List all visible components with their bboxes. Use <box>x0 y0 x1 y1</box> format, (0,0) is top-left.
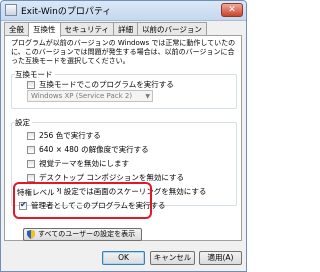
os-version-value: Windows XP (Service Pack 2) <box>31 92 133 100</box>
properties-window: Exit-Winのプロパティ ✕ 全般 互換性 セキュリティ 詳細 以前のバージ… <box>0 0 247 272</box>
checkbox-box[interactable] <box>27 80 35 89</box>
description-text: プログラムが以前のバージョンの Windows では正常に動作していたのに、この… <box>11 39 236 65</box>
tab-general[interactable]: 全般 <box>4 22 29 36</box>
settings-label: 設定 <box>15 117 32 128</box>
checkbox-640x480[interactable]: 640 × 480 の解像度で実行する <box>27 144 149 155</box>
checkbox-box[interactable] <box>27 131 35 140</box>
checkbox-box[interactable] <box>27 173 35 182</box>
checkbox-label: 視覚テーマを無効にします <box>39 159 129 168</box>
os-version-select[interactable]: Windows XP (Service Pack 2) ▼ <box>27 90 153 102</box>
cancel-button[interactable]: キャンセル <box>150 251 195 265</box>
all-users-settings-button[interactable]: すべてのユーザーの設定を表示 <box>23 228 142 241</box>
checkbox-256-colors[interactable]: 256 色で実行する <box>27 130 101 141</box>
tab-previous-versions[interactable]: 以前のバージョン <box>137 22 207 36</box>
apply-button[interactable]: 適用(A) <box>199 251 242 265</box>
checkbox-label: 640 × 480 の解像度で実行する <box>39 145 149 154</box>
close-button[interactable]: ✕ <box>221 3 243 17</box>
chevron-down-icon: ▼ <box>145 93 150 100</box>
ok-button[interactable]: OK <box>102 251 145 265</box>
compat-mode-checkbox[interactable]: 互換モードでこのプログラムを実行する <box>27 79 174 90</box>
red-highlight-box <box>13 182 152 219</box>
compat-mode-checkbox-label: 互換モードでこのプログラムを実行する <box>39 80 174 89</box>
checkbox-box[interactable] <box>27 159 35 168</box>
checkbox-visual-themes[interactable]: 視覚テーマを無効にします <box>27 158 129 169</box>
checkbox-label: 256 色で実行する <box>39 131 101 140</box>
app-icon <box>5 4 17 16</box>
tab-compatibility[interactable]: 互換性 <box>28 22 61 37</box>
checkbox-box[interactable] <box>27 145 35 154</box>
all-users-button-label: すべてのユーザーの設定を表示 <box>38 230 136 238</box>
window-title: Exit-Winのプロパティ <box>21 7 112 17</box>
title-bar[interactable]: Exit-Winのプロパティ ✕ <box>1 1 246 21</box>
tab-strip: 全般 互換性 セキュリティ 詳細 以前のバージョン <box>4 22 207 37</box>
shield-icon <box>27 230 35 239</box>
tab-details[interactable]: 詳細 <box>113 22 139 36</box>
tab-security[interactable]: セキュリティ <box>59 22 115 36</box>
